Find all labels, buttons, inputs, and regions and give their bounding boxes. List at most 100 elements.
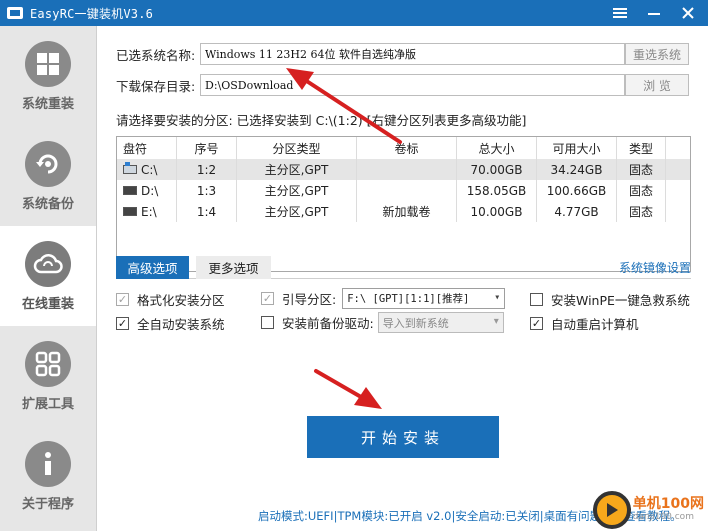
cell-partition-type: 主分区,GPT: [237, 180, 357, 201]
tab-more[interactable]: 更多选项: [196, 256, 271, 279]
options-tabs: 高级选项 更多选项 系统镜像设置: [116, 256, 691, 279]
sidebar-item-about[interactable]: 关于程序: [0, 426, 96, 526]
mirror-settings-link[interactable]: 系统镜像设置: [619, 259, 691, 276]
winpe-label: 安装WinPE一键急救系统: [551, 293, 690, 308]
system-name-label: 已选系统名称:: [116, 47, 196, 63]
cell-total: 158.05GB: [457, 180, 537, 201]
cell-drive: C:\: [141, 162, 158, 177]
tab-advanced[interactable]: 高级选项: [116, 256, 189, 279]
window-title: EasyRC一键装机V3.6: [30, 6, 154, 21]
format-partition-checkbox[interactable]: [116, 293, 129, 306]
winpe-option[interactable]: 安装WinPE一键急救系统: [530, 290, 690, 309]
auto-install-option[interactable]: 全自动安装系统: [116, 314, 225, 333]
cell-kind: 固态: [617, 180, 666, 201]
auto-restart-checkbox[interactable]: [530, 317, 543, 330]
sidebar-item-label: 系统重装: [21, 96, 74, 112]
header-drive: 盘符: [117, 137, 177, 159]
close-button[interactable]: [674, 0, 702, 26]
cell-free: 4.77GB: [537, 201, 617, 222]
sidebar-item-system-reinstall[interactable]: 系统重装: [0, 26, 96, 126]
cell-free: 34.24GB: [537, 159, 617, 180]
close-icon: [682, 7, 694, 19]
cell-total: 70.00GB: [457, 159, 537, 180]
browse-button[interactable]: 浏 览: [625, 74, 689, 96]
auto-install-label: 全自动安装系统: [137, 317, 225, 332]
header-free: 可用大小: [537, 137, 617, 159]
watermark-logo-icon: [592, 491, 631, 529]
watermark-brand: 单机100网: [632, 496, 704, 513]
cell-drive: D:\: [141, 183, 159, 198]
sidebar: 系统重装 系统备份 在线重装 扩展工具 关于程序: [0, 26, 97, 531]
header-index: 序号: [177, 137, 237, 159]
cell-free: 100.66GB: [537, 180, 617, 201]
boot-partition-option: 引导分区: F:\ [GPT][1:1][推荐] ▾: [261, 288, 506, 309]
table-row[interactable]: E:\ 1:4 主分区,GPT 新加载卷 10.00GB 4.77GB 固态: [117, 201, 690, 222]
table-row[interactable]: C:\ 1:2 主分区,GPT 70.00GB 34.24GB 固态: [117, 159, 690, 180]
format-partition-option[interactable]: 格式化安装分区: [116, 290, 225, 309]
cell-total: 10.00GB: [457, 201, 537, 222]
header-label: 卷标: [357, 137, 457, 159]
info-icon: [25, 440, 71, 487]
header-kind: 类型: [617, 137, 666, 159]
cell-label: 新加载卷: [357, 201, 457, 222]
system-drive-icon: [123, 162, 137, 174]
main-panel: 已选系统名称: Windows 11 23H2 64位 软件自选纯净版 重选系统…: [98, 26, 708, 531]
cell-label: [357, 159, 457, 180]
cell-partition-type: 主分区,GPT: [237, 201, 357, 222]
backup-icon: [25, 140, 71, 187]
cell-kind: 固态: [617, 159, 666, 180]
backup-drivers-option: 安装前备份驱动: 导入到新系统 ▾: [261, 312, 504, 333]
cell-kind: 固态: [617, 201, 666, 222]
minimize-button[interactable]: [640, 0, 668, 26]
boot-partition-label: 引导分区:: [282, 292, 337, 307]
cell-index: 1:4: [177, 201, 237, 222]
partition-hint: 请选择要安装的分区: 已选择安装到 C:\(1:2) [右键分区列表更多高级功能…: [116, 113, 527, 128]
watermark: 单机100网 danji100.com: [592, 491, 704, 529]
windows-icon: [25, 40, 71, 87]
backup-drivers-label: 安装前备份驱动:: [282, 316, 374, 331]
menu-icon: [613, 8, 627, 18]
auto-restart-label: 自动重启计算机: [551, 317, 639, 332]
sidebar-item-label: 关于程序: [21, 496, 74, 512]
format-partition-label: 格式化安装分区: [137, 293, 225, 308]
backup-drivers-checkbox[interactable]: [261, 316, 274, 329]
auto-restart-option[interactable]: 自动重启计算机: [530, 314, 639, 333]
reselect-system-button[interactable]: 重选系统: [625, 43, 689, 65]
tools-icon: [25, 340, 71, 387]
save-dir-field[interactable]: D:\OSDownload: [200, 74, 625, 96]
header-partition-type: 分区类型: [237, 137, 357, 159]
title-bar: EasyRC一键装机V3.6: [0, 0, 708, 26]
sidebar-item-extension-tools[interactable]: 扩展工具: [0, 326, 96, 426]
watermark-site: danji100.com: [632, 511, 694, 522]
partition-table[interactable]: 盘符 序号 分区类型 卷标 总大小 可用大小 类型 C:\ 1:2 主分区,GP…: [116, 136, 691, 272]
boot-partition-value: F:\ [GPT][1:1][推荐]: [347, 293, 470, 305]
sidebar-item-label: 系统备份: [21, 196, 74, 212]
system-name-field: Windows 11 23H2 64位 软件自选纯净版: [200, 43, 625, 65]
menu-button[interactable]: [606, 0, 634, 26]
boot-partition-select[interactable]: F:\ [GPT][1:1][推荐] ▾: [342, 288, 506, 309]
auto-install-checkbox[interactable]: [116, 317, 129, 330]
sidebar-item-system-backup[interactable]: 系统备份: [0, 126, 96, 226]
boot-partition-checkbox[interactable]: [261, 292, 274, 305]
start-install-button[interactable]: 开始安装: [307, 416, 499, 458]
chevron-down-icon: ▾: [493, 316, 499, 327]
cell-index: 1:2: [177, 159, 237, 180]
winpe-checkbox[interactable]: [530, 293, 543, 306]
header-total: 总大小: [457, 137, 537, 159]
chevron-down-icon: ▾: [494, 292, 501, 303]
sidebar-item-online-reinstall[interactable]: 在线重装: [0, 226, 96, 326]
sidebar-item-label: 扩展工具: [21, 396, 74, 412]
cell-label: [357, 180, 457, 201]
driver-select[interactable]: 导入到新系统 ▾: [377, 312, 504, 333]
save-dir-label: 下载保存目录:: [116, 78, 196, 94]
cell-index: 1:3: [177, 180, 237, 201]
cloud-icon: [25, 240, 71, 287]
sidebar-item-label: 在线重装: [21, 296, 74, 312]
drive-icon: [123, 186, 137, 195]
app-logo-icon: [7, 7, 23, 19]
table-header: 盘符 序号 分区类型 卷标 总大小 可用大小 类型: [117, 137, 690, 159]
table-row[interactable]: D:\ 1:3 主分区,GPT 158.05GB 100.66GB 固态: [117, 180, 690, 201]
driver-select-value: 导入到新系统: [382, 316, 449, 330]
minimize-icon: [648, 13, 660, 15]
drive-icon: [123, 207, 137, 216]
